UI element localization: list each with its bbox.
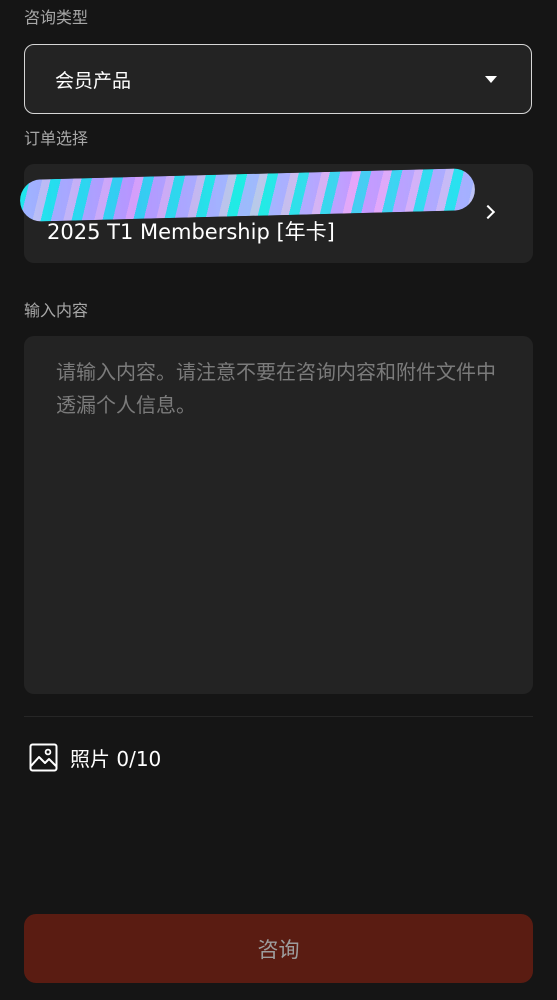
inquiry-type-label: 咨询类型: [24, 8, 89, 27]
divider: [24, 716, 533, 717]
content-input-container: [24, 336, 533, 694]
content-textarea[interactable]: [56, 356, 501, 674]
order-name: 2025 T1 Membership [年卡]: [47, 220, 335, 244]
photo-upload-button[interactable]: 照片 0/10: [29, 741, 161, 773]
inquiry-type-selected-value: 会员产品: [55, 69, 132, 92]
content-input-label: 输入内容: [24, 301, 89, 320]
order-select-card[interactable]: 2025 T1 Membership [年卡]: [19, 164, 533, 263]
order-select-label: 订单选择: [24, 129, 89, 148]
inquiry-type-select[interactable]: 会员产品: [24, 44, 532, 114]
image-icon: [29, 743, 58, 772]
photo-count-label: 照片 0/10: [70, 746, 162, 771]
submit-inquiry-button[interactable]: 咨询: [24, 914, 533, 983]
redaction-scribble: [19, 168, 476, 222]
caret-down-icon: [485, 75, 497, 83]
chevron-right-icon: [480, 204, 496, 220]
